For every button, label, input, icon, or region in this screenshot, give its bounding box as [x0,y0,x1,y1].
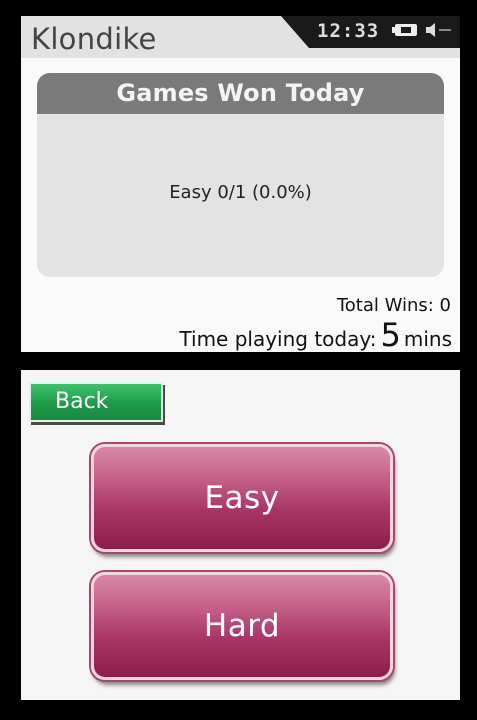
easy-button[interactable]: Easy [91,444,393,552]
battery-icon [392,24,417,36]
volume-icon [426,23,451,37]
stats-easy-line: Easy 0/1 (0.0%) [169,182,312,203]
bottom-screen: Back Easy Hard [21,370,460,700]
total-wins: Total Wins: 0 [336,295,451,316]
time-playing-label: Time playing today: [179,327,377,351]
hard-button[interactable]: Hard [91,572,393,680]
top-screen: Klondike 12:33 Games Won Today Easy 0/1 … [21,16,460,352]
back-button[interactable]: Back [29,382,163,422]
clock: 12:33 [317,20,380,42]
time-playing-value: 5 [380,316,401,352]
time-playing-unit: mins [403,327,452,351]
app-title: Klondike [31,22,157,56]
stats-header: Games Won Today [37,73,444,114]
time-playing-today: Time playing today: 5 mins [179,318,452,352]
stats-panel: Games Won Today Easy 0/1 (0.0%) [37,73,444,277]
